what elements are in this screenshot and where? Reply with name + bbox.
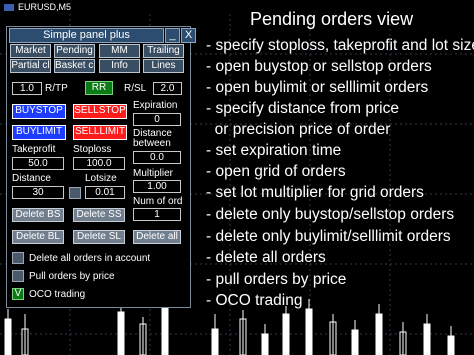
feature-item: - delete only buylimit/selllimit orders [206, 228, 451, 245]
feature-item: - OCO trading [206, 292, 303, 309]
lotsize-checkbox[interactable] [69, 187, 81, 199]
feature-item: - set lot multiplier for grid orders [206, 184, 424, 201]
feature-item: - specify stoploss, takeprofit and lot s… [206, 37, 474, 54]
takeprofit-input[interactable]: 50.0 [12, 157, 64, 170]
minimize-button[interactable]: _ [165, 28, 180, 43]
feature-item: - set expiration time [206, 142, 342, 159]
feature-item: - open buystop or sellstop orders [206, 58, 432, 75]
multiplier-input[interactable]: 1.00 [133, 180, 181, 193]
delete-buystop-button[interactable]: Delete BS [12, 208, 64, 222]
feature-item: - open grid of orders [206, 163, 346, 180]
delete-all-account-checkbox[interactable] [12, 252, 24, 264]
buystop-button[interactable]: BUYSTOP [12, 104, 66, 119]
feature-item: - open buylimit or selllimit orders [206, 79, 429, 96]
delete-all-account-label: Delete all orders in account [29, 253, 151, 264]
chart-symbol-title: EURUSD,M5 [18, 2, 72, 12]
tab-market[interactable]: Market [10, 44, 51, 58]
tab-basket-close[interactable]: Basket cl [54, 59, 95, 73]
expiration-input[interactable]: 0 [133, 113, 181, 126]
sellstop-button[interactable]: SELLSTOP [73, 104, 127, 119]
trade-panel: Simple panel plus _ X Market Pending MM … [6, 26, 196, 308]
delete-selllimit-button[interactable]: Delete SL [73, 230, 125, 244]
distance-between-input[interactable]: 0.0 [133, 151, 181, 164]
stoploss-input[interactable]: 100.0 [73, 157, 125, 170]
delete-sellstop-button[interactable]: Delete SS [73, 208, 125, 222]
view-title: Pending orders view [250, 9, 414, 29]
distance-between-label-2: between [133, 138, 171, 149]
panel-title[interactable]: Simple panel plus [9, 28, 164, 43]
tab-trailing[interactable]: Trailing [143, 44, 184, 58]
oco-checkbox[interactable]: V [12, 288, 24, 300]
num-orders-label: Num of ord [133, 196, 183, 207]
feature-item: - delete all orders [206, 249, 326, 266]
rsl-label: R/SL [124, 83, 147, 94]
expiration-label: Expiration [133, 100, 178, 111]
distance-label: Distance [12, 173, 51, 184]
distance-input[interactable]: 30 [12, 186, 64, 199]
feature-item: - specify distance from price [206, 100, 399, 117]
rr-sl-input[interactable]: 2.0 [153, 82, 182, 95]
tab-pending[interactable]: Pending [54, 44, 95, 58]
lotsize-label: Lotsize [85, 173, 117, 184]
stoploss-label: Stoploss [73, 144, 112, 155]
feature-item: - pull orders by price [206, 271, 347, 288]
multiplier-label: Multiplier [133, 168, 174, 179]
buylimit-button[interactable]: BUYLIMIT [12, 125, 66, 140]
feature-item: - delete only buystop/sellstop orders [206, 206, 455, 223]
takeprofit-label: Takeprofit [12, 144, 56, 155]
delete-all-button[interactable]: Delete all [133, 230, 181, 244]
rr-tp-input[interactable]: 1.0 [12, 82, 42, 95]
rr-button[interactable]: RR [85, 81, 113, 95]
oco-label: OCO trading [29, 289, 86, 300]
lotsize-input[interactable]: 0.01 [85, 186, 125, 199]
pull-orders-label: Pull orders by price [29, 271, 115, 282]
rtp-label: R/TP [45, 83, 68, 94]
tab-mm[interactable]: MM [99, 44, 140, 58]
delete-buylimit-button[interactable]: Delete BL [12, 230, 64, 244]
feature-item: or precision price of order [206, 121, 391, 138]
tab-lines[interactable]: Lines [143, 59, 184, 73]
tab-partial-close[interactable]: Partial cl [10, 59, 51, 73]
num-orders-input[interactable]: 1 [133, 208, 181, 221]
close-button[interactable]: X [181, 28, 196, 43]
panel-header: Simple panel plus _ X [9, 28, 196, 44]
tab-info[interactable]: Info [99, 59, 140, 73]
selllimit-button[interactable]: SELLLIMIT [73, 125, 127, 140]
chart-icon [4, 4, 14, 12]
pull-orders-checkbox[interactable] [12, 270, 24, 282]
